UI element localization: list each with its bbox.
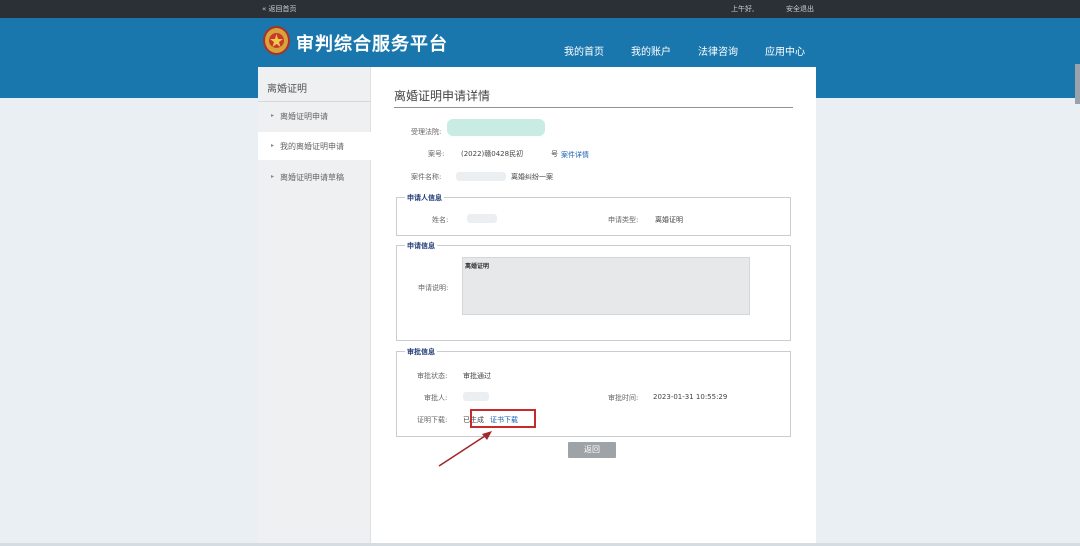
greeting-text: 上午好, [731, 5, 755, 13]
application-info-section: 申请信息 申请说明: 离婚证明 [396, 241, 791, 341]
nav-app-center[interactable]: 应用中心 [765, 43, 805, 58]
sidebar: 离婚证明 ▸ 离婚证明申请 ▸ 我的离婚证明申请 ▸ 离婚证明申请草稿 [258, 67, 372, 543]
nav-my-home[interactable]: 我的首页 [564, 43, 604, 58]
title-divider [394, 107, 793, 108]
court-emblem-icon [263, 26, 290, 55]
back-button[interactable]: 返回 [568, 442, 616, 458]
scrollbar[interactable] [1075, 64, 1080, 104]
redacted-applicant-name [467, 214, 497, 223]
case-no-value: (2022)赣0428民初 [461, 150, 524, 158]
case-no-label: 案号: [428, 150, 445, 158]
section-title: 审批信息 [405, 347, 437, 357]
application-type-label: 申请类型: [608, 216, 639, 224]
redacted-case-name [456, 172, 506, 181]
handling-court-label: 受理法院: [411, 128, 442, 136]
sidebar-item-my-applications[interactable]: ▸ 我的离婚证明申请 [258, 132, 372, 160]
caret-right-icon: ▸ [271, 142, 275, 149]
review-info-section: 审批信息 审批状态: 审批通过 审批人: 审批时间: 2023-01-31 10… [396, 347, 791, 437]
review-time-value: 2023-01-31 10:55:29 [653, 393, 728, 401]
redacted-court-name [447, 119, 545, 136]
application-type-value: 离婚证明 [655, 216, 683, 224]
download-label: 证明下载: [417, 416, 448, 424]
nav-my-account[interactable]: 我的账户 [631, 43, 671, 58]
sidebar-item-label: 离婚证明申请 [280, 112, 328, 121]
redacted-reviewer [463, 392, 489, 401]
highlight-box [470, 409, 536, 428]
sidebar-item-apply[interactable]: ▸ 离婚证明申请 [258, 102, 371, 130]
sidebar-item-label: 我的离婚证明申请 [280, 142, 344, 151]
sidebar-title: 离婚证明 [267, 84, 307, 95]
case-detail-link[interactable]: 案件详情 [561, 150, 589, 160]
page-title: 离婚证明申请详情 [394, 89, 491, 103]
case-name-label: 案件名称: [411, 173, 442, 181]
case-no-suffix: 号 [551, 150, 558, 158]
section-title: 申请信息 [405, 241, 437, 251]
review-status-label: 审批状态: [417, 372, 448, 380]
applicant-info-section: 申请人信息 姓名: 申请类型: 离婚证明 [396, 193, 791, 236]
logout-link[interactable]: 安全退出 [786, 4, 814, 14]
back-home-link[interactable]: « 返回首页 [262, 4, 297, 14]
top-bar: « 返回首页 上午好, 安全退出 [0, 0, 1080, 18]
caret-right-icon: ▸ [271, 173, 275, 180]
application-desc-field: 离婚证明 [462, 257, 750, 315]
application-desc-label: 申请说明: [418, 284, 449, 292]
reviewer-label: 审批人: [424, 394, 448, 402]
sidebar-item-drafts[interactable]: ▸ 离婚证明申请草稿 [258, 163, 371, 191]
review-time-label: 审批时间: [608, 394, 639, 402]
case-name-value: 离婚纠纷一案 [511, 173, 553, 181]
site-title: 审判综合服务平台 [296, 34, 448, 55]
review-status-value: 审批通过 [463, 372, 491, 380]
application-desc-value: 离婚证明 [465, 263, 490, 270]
annotation-arrow-icon [438, 431, 492, 467]
section-title: 申请人信息 [405, 193, 444, 203]
nav-legal-consult[interactable]: 法律咨询 [698, 43, 738, 58]
main-panel: 离婚证明申请详情 受理法院: 案号: (2022)赣0428民初 号 案件详情 … [371, 67, 816, 543]
caret-right-icon: ▸ [271, 112, 275, 119]
sidebar-item-label: 离婚证明申请草稿 [280, 173, 344, 182]
applicant-name-label: 姓名: [432, 216, 449, 224]
